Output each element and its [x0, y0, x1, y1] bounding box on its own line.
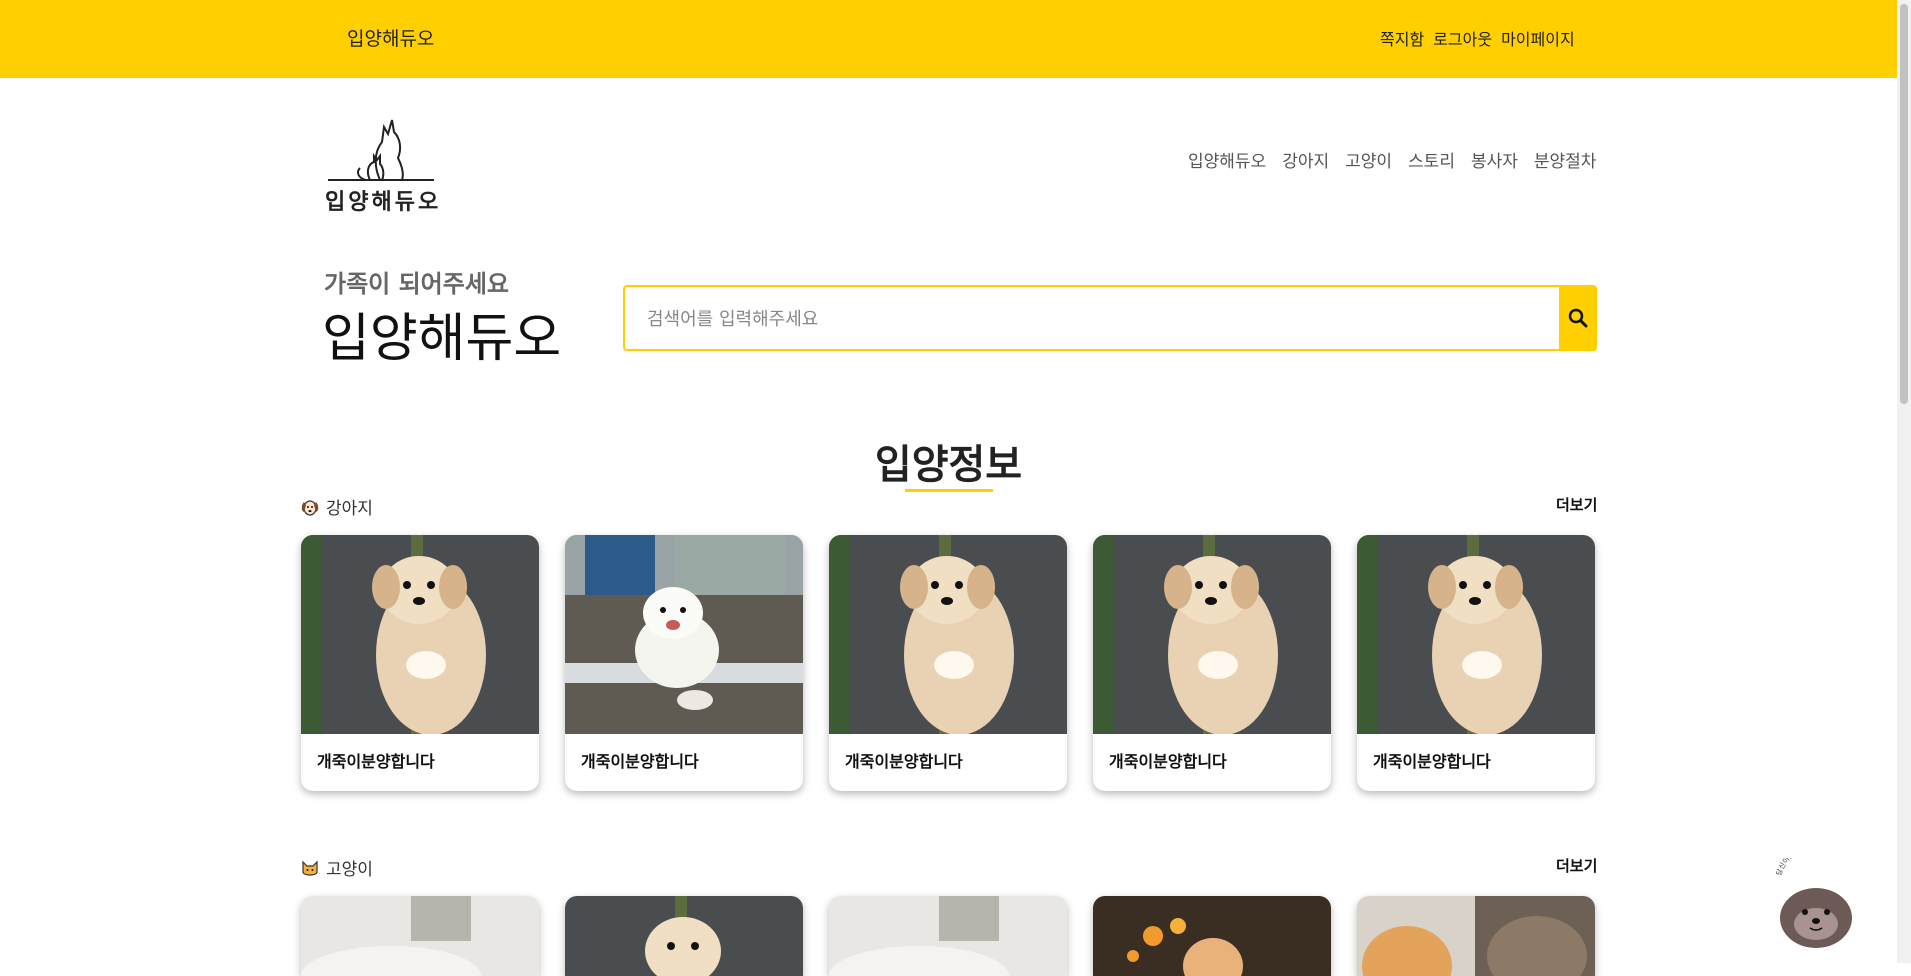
nav-item-home[interactable]: 입양해듀오 [1188, 147, 1266, 172]
card-caption: 개죽이분양합니다 [581, 752, 699, 771]
dog-card[interactable]: 개죽이분양합니다 [1093, 535, 1331, 791]
cat-face-icon [302, 860, 318, 876]
svg-text:당신이온 들어보세요: 당신이온 들어보세요 [1774, 858, 1830, 877]
logo-text: 입양해듀오 [325, 190, 442, 215]
puppy-photo [565, 896, 803, 976]
cat-card[interactable] [301, 896, 539, 976]
puppy-photo [301, 535, 539, 734]
top-bar: 입양해듀오 쪽지함 로그아웃 마이페이지 [0, 0, 1897, 78]
search-button[interactable] [1559, 285, 1597, 351]
cat-card[interactable] [1357, 896, 1595, 976]
cats-category-label: 고양이 [300, 855, 373, 880]
dog-cat-logo-icon [328, 119, 434, 181]
cat-card[interactable] [565, 896, 803, 976]
account-links: 쪽지함 로그아웃 마이페이지 [1380, 26, 1897, 50]
nav-item-dogs[interactable]: 강아지 [1282, 147, 1329, 172]
main-nav: 입양해듀오 강아지 고양이 스토리 봉사자 분양절차 [1188, 147, 1596, 172]
white-dog-photo [565, 535, 803, 734]
section-title: 입양정보 [874, 442, 1023, 488]
otter-chatbot-icon: 당신이온 들어보세요 [1774, 841, 1852, 948]
nav-item-volunteer[interactable]: 봉사자 [1471, 147, 1518, 172]
site-logo[interactable]: 입양해듀오 [322, 112, 447, 217]
chatbot-widget[interactable]: 당신이온 들어보세요 [1772, 841, 1860, 958]
logout-link[interactable]: 로그아웃 [1433, 26, 1492, 50]
puppy-photo [1093, 535, 1331, 734]
nav-item-story[interactable]: 스토리 [1408, 147, 1455, 172]
dog-card[interactable]: 개죽이분양합니다 [1357, 535, 1595, 791]
cat-photo [829, 896, 1067, 976]
section-underline [905, 489, 993, 492]
nav-item-cats[interactable]: 고양이 [1345, 147, 1392, 172]
dogs-more-link[interactable]: 더보기 [1556, 494, 1597, 515]
hero-subtitle: 가족이 되어주세요 [324, 270, 509, 298]
cats-label: 고양이 [326, 860, 373, 880]
search-bar [623, 285, 1597, 351]
card-caption: 개죽이분양합니다 [1373, 752, 1491, 771]
puppy-photo [1357, 535, 1595, 734]
dog-face-icon [301, 499, 319, 516]
nav-item-adoption-process[interactable]: 분양절차 [1534, 147, 1597, 172]
hero-title: 입양해듀오 [322, 309, 562, 369]
cats-more-link[interactable]: 더보기 [1556, 855, 1597, 876]
mypage-link[interactable]: 마이페이지 [1501, 26, 1575, 50]
cat-card[interactable] [1093, 896, 1331, 976]
dogs-category-label: 강아지 [300, 494, 373, 519]
card-caption: 개죽이분양합니다 [317, 752, 435, 771]
cat-photo [301, 896, 539, 976]
page-scrollbar[interactable] [1897, 0, 1911, 963]
dog-card[interactable]: 개죽이분양합니다 [565, 535, 803, 791]
cat-card[interactable] [829, 896, 1067, 976]
search-icon [1568, 308, 1588, 328]
dogs-label: 강아지 [326, 499, 373, 519]
cat-photo [1093, 896, 1331, 976]
card-caption: 개죽이분양합니다 [1109, 752, 1227, 771]
puppy-photo [829, 535, 1067, 734]
cat-photo [1357, 896, 1595, 976]
card-caption: 개죽이분양합니다 [845, 752, 963, 771]
top-brand-link[interactable]: 입양해듀오 [347, 24, 434, 51]
chatbot-label: 당신이온 들어보세요 [1774, 841, 1830, 877]
dog-card[interactable]: 개죽이분양합니다 [829, 535, 1067, 791]
dog-card[interactable]: 개죽이분양합니다 [301, 535, 539, 791]
search-input[interactable] [645, 301, 1549, 337]
scrollbar-thumb[interactable] [1900, 4, 1908, 404]
messages-link[interactable]: 쪽지함 [1380, 26, 1424, 50]
